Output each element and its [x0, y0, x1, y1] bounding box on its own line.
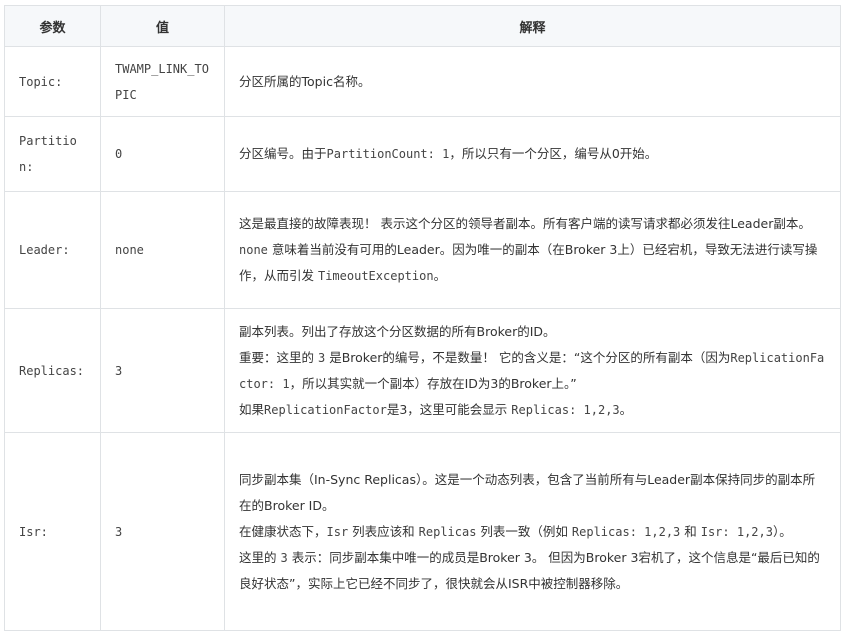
explanation-cell: 分区编号。由于PartitionCount: 1，所以只有一个分区，编号从0开始… [224, 116, 841, 192]
param-cell: Partition: [4, 116, 101, 192]
table-row: Partition: 0 分区编号。由于PartitionCount: 1，所以… [4, 116, 841, 192]
explanation-cell: 这是最直接的故障表现！ 表示这个分区的领导者副本。所有客户端的读写请求都必须发往… [224, 191, 841, 309]
explanation-text: 。 [433, 268, 447, 283]
explanation-text: 列表一致（例如 [476, 523, 572, 539]
value-cell: 0 [100, 116, 225, 192]
table-row: Topic: TWAMP_LINK_TOPIC 分区所属的Topic名称。 [4, 46, 841, 117]
value-cell: 3 [100, 432, 225, 631]
param-cell: Topic: [4, 46, 101, 117]
param-cell: Leader: [4, 191, 101, 309]
explanation-text: 分区编号。由于 [239, 146, 327, 161]
table-row: Leader: none 这是最直接的故障表现！ 表示这个分区的领导者副本。所有… [4, 191, 841, 309]
value-cell: none [100, 191, 225, 309]
explanation-text: ）。 [772, 523, 792, 539]
explanation-paragraph: 同步副本集（In-Sync Replicas）。这是一个动态列表，包含了当前所有… [239, 467, 826, 519]
table-header-row: 参数 值 解释 [4, 5, 841, 47]
explanation-paragraph: 这是最直接的故障表现！ 表示这个分区的领导者副本。所有客户端的读写请求都必须发往… [239, 211, 826, 237]
explanation-paragraph: 副本列表。列出了存放这个分区数据的所有Broker的ID。 [239, 319, 826, 345]
explanation-paragraph: 如果ReplicationFactor是3，这里可能会显示 Replicas: … [239, 397, 826, 423]
param-cell: Replicas: [4, 308, 101, 433]
explanation-text: 如果 [239, 401, 265, 417]
explanation-text: 列表应该和 [348, 523, 419, 539]
parameter-table-container: 参数 值 解释 Topic: TWAMP_LINK_TOPIC 分区所属的Top… [4, 5, 841, 631]
explanation-paragraph: 分区所属的Topic名称。 [239, 69, 826, 95]
header-param: 参数 [4, 5, 101, 47]
explanation-text: 表示：同步副本集中唯一的成员是Broker 3。 但因为Broker 3宕机了，… [239, 549, 820, 591]
table-row: Replicas: 3 副本列表。列出了存放这个分区数据的所有Broker的ID… [4, 308, 841, 433]
explanation-text: ，所以其实就一个副本）存放在ID为3的Broker上。” [289, 375, 577, 391]
explanation-text: 重要：这里的 [239, 349, 318, 365]
explanation-cell: 分区所属的Topic名称。 [224, 46, 841, 117]
inline-code: Isr: 1,2,3 [700, 524, 773, 539]
explanation-text: 分区所属的Topic名称。 [239, 73, 371, 89]
explanation-text: 这是最直接的故障表现！ 表示这个分区的领导者副本。所有客户端的读写请求都必须发往… [239, 216, 811, 231]
header-value: 值 [100, 5, 225, 47]
explanation-cell: 同步副本集（In-Sync Replicas）。这是一个动态列表，包含了当前所有… [224, 432, 841, 631]
inline-code: Replicas: 1,2,3 [571, 524, 681, 539]
inline-code: Replicas [418, 524, 477, 539]
explanation-text: 。 [619, 401, 633, 417]
explanation-paragraph: none 意味着当前没有可用的Leader。因为唯一的副本（在Broker 3上… [239, 237, 826, 289]
explanation-text: 是Broker的编号，不是数量！ 它的含义是：“这个分区的所有副本（因为 [325, 349, 731, 365]
table-row: Isr: 3 同步副本集（In-Sync Replicas）。这是一个动态列表，… [4, 432, 841, 631]
explanation-text: 同步副本集（In-Sync Replicas）。这是一个动态列表，包含了当前所有… [239, 471, 816, 513]
explanation-text: 副本列表。列出了存放这个分区数据的所有Broker的ID。 [239, 323, 556, 339]
inline-code: Isr [326, 524, 349, 539]
value-cell: TWAMP_LINK_TOPIC [100, 46, 225, 117]
inline-code: none [239, 243, 268, 257]
inline-code: Replicas: 1,2,3 [511, 402, 620, 417]
explanation-cell: 副本列表。列出了存放这个分区数据的所有Broker的ID。重要：这里的 3 是B… [224, 308, 841, 433]
inline-code: 3 [280, 550, 288, 565]
explanation-text: 这里的 [239, 549, 281, 565]
explanation-text: ，所以只有一个分区，编号从0开始。 [449, 146, 658, 161]
explanation-paragraph: 重要：这里的 3 是Broker的编号，不是数量！ 它的含义是：“这个分区的所有… [239, 345, 826, 397]
parameter-table: 参数 值 解释 Topic: TWAMP_LINK_TOPIC 分区所属的Top… [4, 5, 841, 631]
explanation-text: 在健康状态下， [239, 523, 327, 539]
inline-code: PartitionCount: 1 [326, 147, 450, 161]
param-cell: Isr: [4, 432, 101, 631]
inline-code: TimeoutException [317, 269, 434, 283]
inline-code: ReplicationFactor [264, 402, 387, 417]
header-explanation: 解释 [224, 5, 841, 47]
explanation-paragraph: 分区编号。由于PartitionCount: 1，所以只有一个分区，编号从0开始… [239, 141, 826, 167]
explanation-paragraph: 在健康状态下，Isr 列表应该和 Replicas 列表一致（例如 Replic… [239, 519, 826, 545]
explanation-text: 和 [680, 523, 701, 539]
explanation-text: 是3，这里可能会显示 [386, 401, 512, 417]
value-cell: 3 [100, 308, 225, 433]
explanation-paragraph: 这里的 3 表示：同步副本集中唯一的成员是Broker 3。 但因为Broker… [239, 545, 826, 597]
